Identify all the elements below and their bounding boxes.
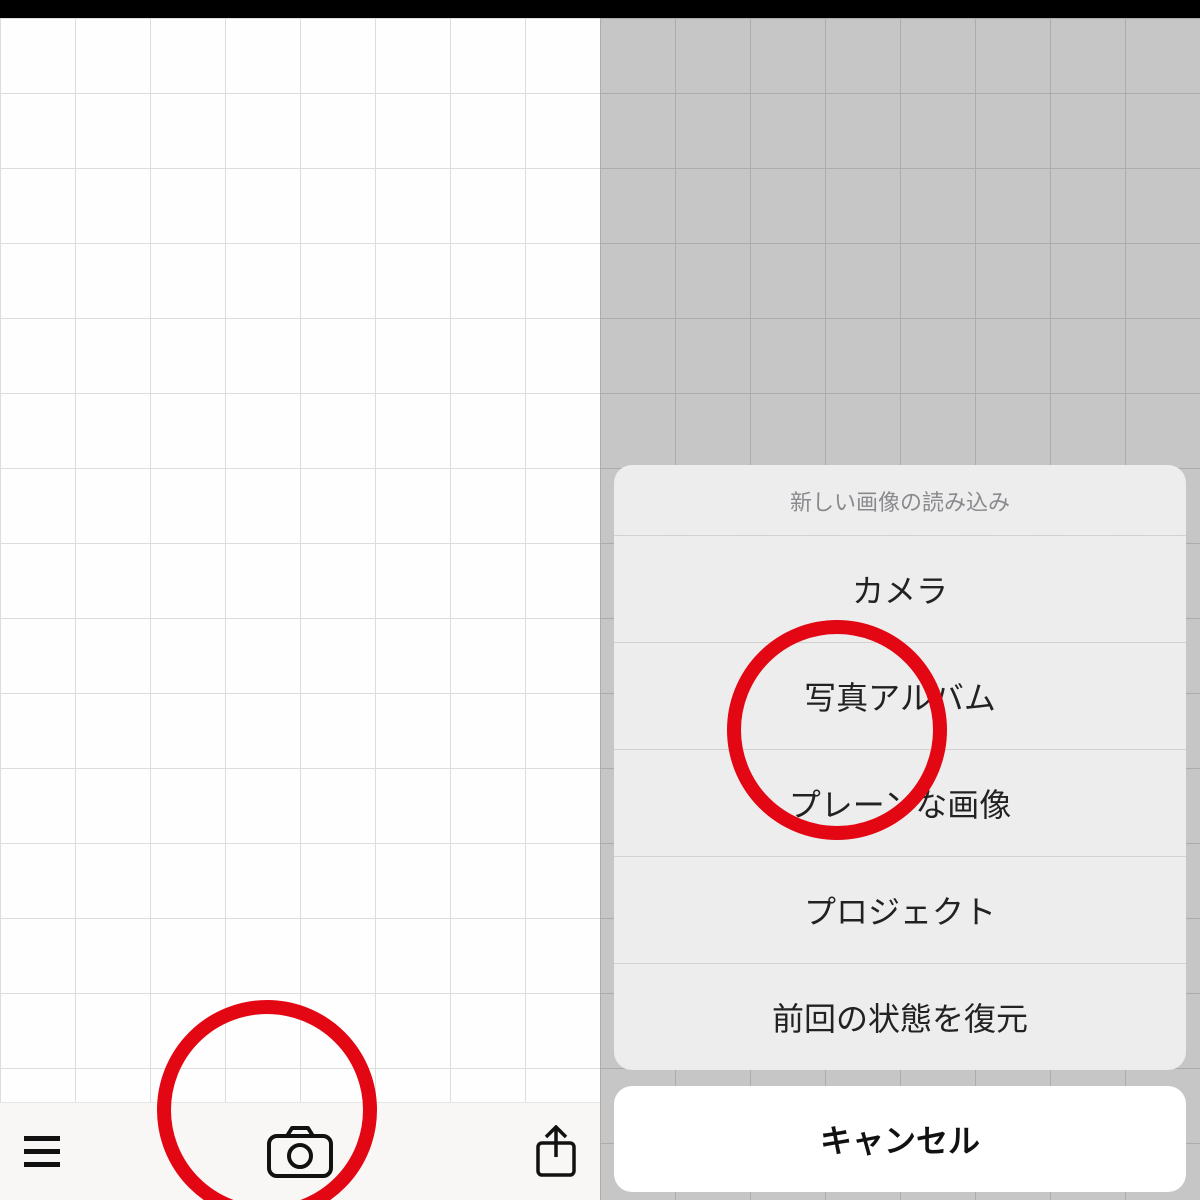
cancel-button[interactable]: キャンセル — [614, 1086, 1186, 1192]
canvas-grid-left[interactable] — [0, 18, 600, 1200]
action-sheet-item-camera[interactable]: カメラ — [614, 535, 1186, 642]
action-sheet-item-project[interactable]: プロジェクト — [614, 856, 1186, 963]
action-sheet-item-plain-image[interactable]: プレーンな画像 — [614, 749, 1186, 856]
left-screenshot — [0, 0, 600, 1200]
action-sheet-panel: 新しい画像の読み込み カメラ 写真アルバム プレーンな画像 プロジェクト 前回の… — [614, 465, 1186, 1070]
action-sheet: 新しい画像の読み込み カメラ 写真アルバム プレーンな画像 プロジェクト 前回の… — [614, 465, 1186, 1192]
bottom-toolbar — [0, 1102, 600, 1200]
right-screenshot: 新しい画像の読み込み カメラ 写真アルバム プレーンな画像 プロジェクト 前回の… — [600, 0, 1200, 1200]
share-icon[interactable] — [534, 1125, 578, 1179]
status-bar-right — [600, 0, 1200, 18]
action-sheet-title: 新しい画像の読み込み — [614, 465, 1186, 535]
camera-icon[interactable] — [267, 1126, 333, 1178]
menu-icon[interactable] — [22, 1132, 62, 1172]
action-sheet-item-restore[interactable]: 前回の状態を復元 — [614, 963, 1186, 1070]
status-bar-left — [0, 0, 600, 18]
action-sheet-item-photo-album[interactable]: 写真アルバム — [614, 642, 1186, 749]
